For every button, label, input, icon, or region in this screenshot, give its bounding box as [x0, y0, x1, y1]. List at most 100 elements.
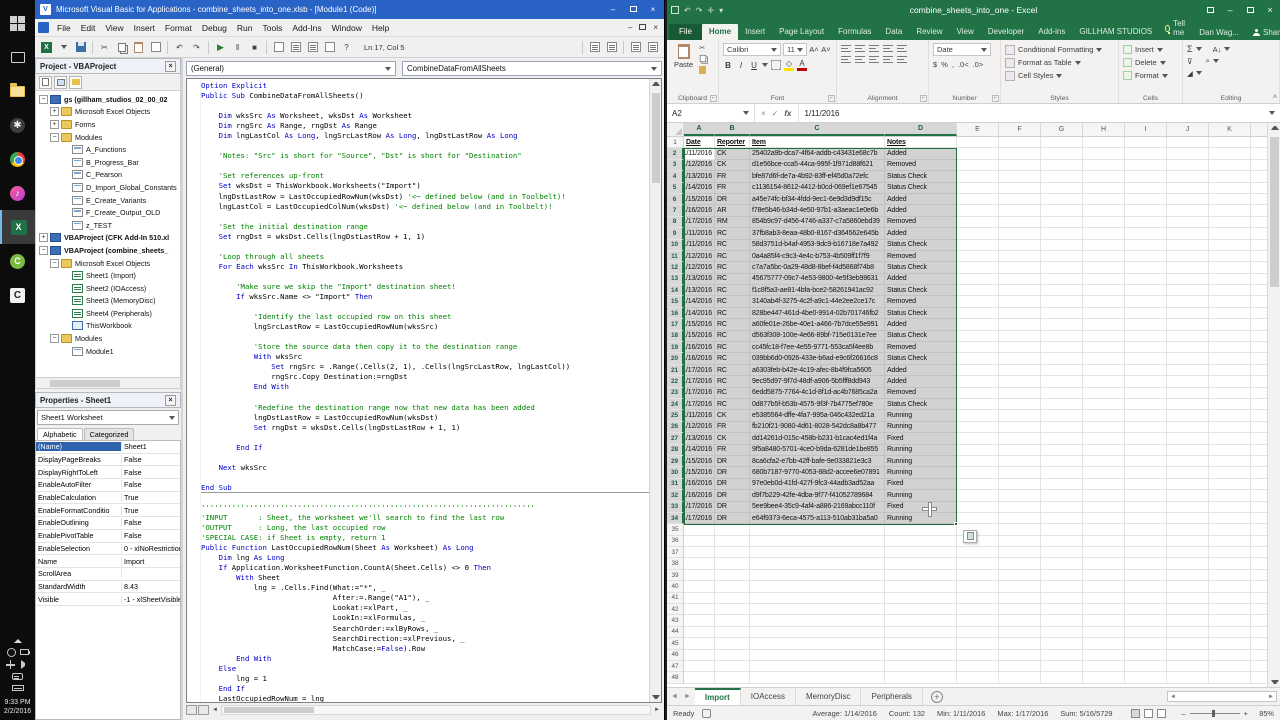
- cell-C11[interactable]: 0a4a85f4-c9c3-4e4c-b753-4b509ff1f7f9: [750, 251, 885, 262]
- cell-E21[interactable]: [957, 365, 999, 376]
- cell-J15[interactable]: [1167, 296, 1209, 307]
- cell-K34[interactable]: [1209, 513, 1251, 524]
- cell-L11[interactable]: [1251, 251, 1267, 262]
- cell-F23[interactable]: [999, 388, 1041, 399]
- cell-H36[interactable]: [1083, 536, 1125, 547]
- cell-A14[interactable]: 1/13/2016: [684, 285, 715, 296]
- cell-A37[interactable]: [684, 547, 715, 558]
- cell-B16[interactable]: RC: [715, 308, 750, 319]
- property-row[interactable]: EnableAutoFilterFalse: [36, 479, 180, 492]
- comma-style-button[interactable]: ,: [952, 60, 954, 69]
- code-line[interactable]: [201, 212, 649, 222]
- cell-F33[interactable]: [999, 502, 1041, 513]
- cell-I44[interactable]: [1125, 627, 1167, 638]
- tree-expander-icon[interactable]: +: [39, 233, 48, 242]
- cell-K42[interactable]: [1209, 604, 1251, 615]
- code-line[interactable]: Dim wksSrc As Worksheet, wksDst As Works…: [201, 111, 649, 121]
- cell-D38[interactable]: [885, 558, 957, 569]
- design-mode-button[interactable]: [271, 40, 286, 55]
- underline-dropdown-icon[interactable]: [762, 63, 768, 67]
- cell-A9[interactable]: 1/11/2016: [684, 228, 715, 239]
- cell-J19[interactable]: [1167, 342, 1209, 353]
- cell-A20[interactable]: 1/16/2016: [684, 353, 715, 364]
- cell-K44[interactable]: [1209, 627, 1251, 638]
- cell-K6[interactable]: [1209, 194, 1251, 205]
- cells-button-format[interactable]: Format: [1123, 69, 1178, 82]
- project-tree-item[interactable]: +VBAProject (CFK Add-In 510.xl: [36, 232, 180, 245]
- cell-G1[interactable]: [1041, 137, 1083, 148]
- cell-F16[interactable]: [999, 308, 1041, 319]
- cell-I15[interactable]: [1125, 296, 1167, 307]
- new-sheet-button[interactable]: +: [931, 691, 943, 703]
- tree-expander-icon[interactable]: −: [50, 259, 59, 268]
- cell-K27[interactable]: [1209, 433, 1251, 444]
- cell-C28[interactable]: 9f5a8480-5701-4ce0-b9da-6281de1be855: [750, 445, 885, 456]
- cell-G40[interactable]: [1041, 581, 1083, 592]
- cell-L15[interactable]: [1251, 296, 1267, 307]
- run-button[interactable]: ▶: [213, 40, 228, 55]
- cell-K15[interactable]: [1209, 296, 1251, 307]
- cell-C16[interactable]: 828be447-461d-4be0-9914-02b701746fb2: [750, 308, 885, 319]
- project-tree-item[interactable]: Module1: [36, 345, 180, 358]
- cell-I13[interactable]: [1125, 274, 1167, 285]
- cell-D26[interactable]: Running: [885, 422, 957, 433]
- row-header-29[interactable]: 29: [667, 456, 684, 467]
- cell-A41[interactable]: [684, 593, 715, 604]
- column-header-G[interactable]: G: [1041, 123, 1083, 136]
- cell-A33[interactable]: 1/17/2016: [684, 502, 715, 513]
- cell-B23[interactable]: RC: [715, 388, 750, 399]
- help-button[interactable]: ?: [339, 40, 354, 55]
- row-header-31[interactable]: 31: [667, 479, 684, 490]
- battery-icon[interactable]: [20, 649, 29, 655]
- cell-F24[interactable]: [999, 399, 1041, 410]
- cell-A30[interactable]: 1/15/2016: [684, 467, 715, 478]
- cell-B24[interactable]: RC: [715, 399, 750, 410]
- code-line[interactable]: [201, 493, 649, 503]
- styles-button-cellstyles[interactable]: Cell Styles: [1005, 69, 1114, 82]
- cell-L41[interactable]: [1251, 593, 1267, 604]
- feedback-icon[interactable]: [12, 673, 23, 680]
- cell-E10[interactable]: [957, 240, 999, 251]
- cell-E37[interactable]: [957, 547, 999, 558]
- cell-B42[interactable]: [715, 604, 750, 615]
- cell-G15[interactable]: [1041, 296, 1083, 307]
- cell-I23[interactable]: [1125, 388, 1167, 399]
- code-vertical-scrollbar[interactable]: [649, 79, 661, 702]
- cell-L33[interactable]: [1251, 502, 1267, 513]
- cell-E20[interactable]: [957, 353, 999, 364]
- cell-F5[interactable]: [999, 183, 1041, 194]
- cell-B32[interactable]: DR: [715, 490, 750, 501]
- cell-I34[interactable]: [1125, 513, 1167, 524]
- cell-H1[interactable]: [1083, 137, 1125, 148]
- code-line[interactable]: [201, 453, 649, 463]
- cell-C34[interactable]: e64f9373-6eca-4575-a113-510ab31ba5a0: [750, 513, 885, 524]
- cell-H19[interactable]: [1083, 342, 1125, 353]
- row-header-38[interactable]: 38: [667, 558, 684, 569]
- cell-H5[interactable]: [1083, 183, 1125, 194]
- cell-J27[interactable]: [1167, 433, 1209, 444]
- row-header-46[interactable]: 46: [667, 650, 684, 661]
- cell-G28[interactable]: [1041, 445, 1083, 456]
- task-view-button[interactable]: [0, 40, 35, 74]
- cell-K39[interactable]: [1209, 570, 1251, 581]
- row-header-3[interactable]: 3: [667, 160, 684, 171]
- module-restore-button[interactable]: [639, 23, 646, 32]
- cell-J41[interactable]: [1167, 593, 1209, 604]
- cell-J10[interactable]: [1167, 240, 1209, 251]
- cell-J14[interactable]: [1167, 285, 1209, 296]
- property-value[interactable]: False: [122, 531, 180, 540]
- paste-button[interactable]: Paste: [671, 43, 696, 74]
- project-tree-item[interactable]: B_Progress_Bar: [36, 156, 180, 169]
- cell-F46[interactable]: [999, 650, 1041, 661]
- cell-J37[interactable]: [1167, 547, 1209, 558]
- cell-C36[interactable]: [750, 536, 885, 547]
- cells-button-delete[interactable]: Delete: [1123, 56, 1178, 69]
- property-value[interactable]: Import: [122, 557, 180, 566]
- row-header-42[interactable]: 42: [667, 604, 684, 615]
- cell-L48[interactable]: [1251, 672, 1267, 683]
- ribbon-tab-insert[interactable]: Insert: [738, 24, 772, 40]
- cell-F4[interactable]: [999, 171, 1041, 182]
- project-tree-item[interactable]: −VBAProject (combine_sheets_: [36, 244, 180, 257]
- fill-button[interactable]: ⊽: [1187, 57, 1193, 66]
- code-line[interactable]: rngSrc.Copy Destination:=rngDst: [201, 372, 649, 382]
